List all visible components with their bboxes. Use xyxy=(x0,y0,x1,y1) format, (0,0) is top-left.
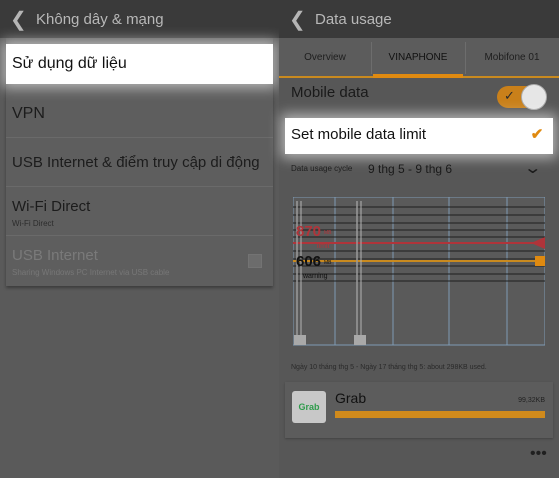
settings-item-data-usage[interactable]: Sử dụng dữ liệu xyxy=(6,44,273,84)
usage-cycle-value[interactable]: 9 thg 5 - 9 thg 6 xyxy=(368,162,452,176)
right-top-bar: ❮ Data usage xyxy=(279,0,559,38)
set-data-limit-label: Set mobile data limit xyxy=(291,126,427,143)
app-name: Grab xyxy=(335,390,367,406)
settings-item-sublabel: Wi-Fi Direct xyxy=(12,219,54,228)
settings-item-usb-tethering[interactable]: USB Internet & điểm truy cập di động xyxy=(6,139,273,187)
back-arrow-icon[interactable]: ❮ xyxy=(10,7,36,32)
set-data-limit-row[interactable]: Set mobile data limit ✔ xyxy=(285,118,553,154)
app-usage-row-grab[interactable]: Grab Grab 99,32KB xyxy=(285,382,553,438)
usage-chart: 870 MB limit 606 MB warning xyxy=(293,197,545,347)
settings-item-label: USB Internet & điểm truy cập di động xyxy=(12,154,260,171)
settings-list: Sử dụng dữ liệu VPN USB Internet & điểm … xyxy=(6,38,273,286)
settings-item-wifi-direct[interactable]: Wi-Fi Direct Wi-Fi Direct xyxy=(6,188,273,236)
app-usage-bar xyxy=(335,411,545,418)
usb-internet-checkbox xyxy=(248,254,262,268)
wireless-networks-panel: ❮ Không dây & mạng Sử dụng dữ liệu VPN U… xyxy=(0,0,279,478)
active-tab-indicator xyxy=(373,74,463,78)
limit-value: 870 xyxy=(296,223,322,240)
data-limit-checkbox[interactable]: ✔ xyxy=(529,127,545,143)
tab-mobifone[interactable]: Mobifone 01 xyxy=(465,38,559,78)
limit-label: limit xyxy=(317,243,330,250)
settings-item-label: USB Internet xyxy=(12,247,98,264)
warning-handle[interactable] xyxy=(535,256,545,266)
mobile-data-toggle[interactable]: ✓ xyxy=(497,84,547,110)
grab-app-icon: Grab xyxy=(292,391,326,423)
warning-unit: MB xyxy=(324,260,332,266)
tab-vinaphone[interactable]: VINAPHONE xyxy=(371,38,465,78)
data-usage-panel: ❮ Data usage Overview VINAPHONE Mobifone… xyxy=(279,0,559,478)
settings-item-label: Wi-Fi Direct xyxy=(12,198,91,215)
cycle-end-handle[interactable] xyxy=(354,335,366,345)
usage-cycle-label: Data usage cycle xyxy=(291,164,353,173)
page-title: Data usage xyxy=(315,10,392,28)
warning-value: 606 xyxy=(296,253,322,270)
toggle-knob xyxy=(521,84,547,110)
more-options-icon[interactable]: ••• xyxy=(530,445,547,463)
settings-item-usb-internet: USB Internet Sharing Windows PC Internet… xyxy=(6,237,273,285)
chevron-down-icon[interactable]: ⌄ xyxy=(523,158,542,178)
usage-range-summary: Ngày 10 tháng thg 5 - Ngày 17 tháng thg … xyxy=(291,364,487,371)
tab-overview[interactable]: Overview xyxy=(279,38,371,78)
mobile-data-label: Mobile data xyxy=(291,84,369,101)
warning-label: warning xyxy=(303,273,328,280)
cycle-start-handle[interactable] xyxy=(294,335,306,345)
app-data-size: 99,32KB xyxy=(518,397,545,404)
limit-unit: MB xyxy=(324,230,332,236)
page-title: Không dây & mạng xyxy=(36,10,164,28)
usage-chart-graphic xyxy=(293,197,545,346)
settings-item-label: VPN xyxy=(12,105,45,122)
left-top-bar: ❮ Không dây & mạng xyxy=(0,0,279,38)
check-icon: ✓ xyxy=(504,88,515,103)
back-arrow-icon[interactable]: ❮ xyxy=(289,7,315,32)
settings-item-vpn[interactable]: VPN xyxy=(6,90,273,138)
settings-item-label: Sử dụng dữ liệu xyxy=(12,55,127,72)
sim-tabs: Overview VINAPHONE Mobifone 01 xyxy=(279,38,559,78)
settings-item-sublabel: Sharing Windows PC Internet via USB cabl… xyxy=(12,268,170,277)
